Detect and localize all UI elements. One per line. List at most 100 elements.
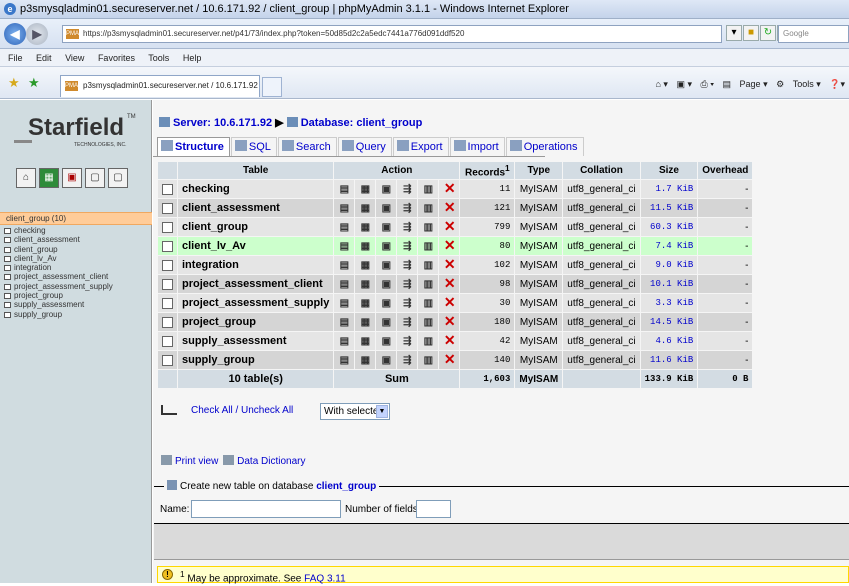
browse-action[interactable]: ▤	[334, 180, 355, 198]
drop-action[interactable]: ✕	[439, 332, 460, 350]
browser-tab[interactable]: PMA p3smysqladmin01.secureserver.net / 1…	[60, 75, 260, 97]
structure-action[interactable]: ▦	[355, 199, 376, 217]
breadcrumb-server[interactable]: Server: 10.6.171.92	[173, 117, 272, 129]
favorites-star-icon[interactable]: ★	[8, 75, 20, 91]
print-view-link[interactable]: Print view	[175, 456, 218, 467]
menu-favorites[interactable]: Favorites	[98, 53, 135, 63]
back-button[interactable]: ◀	[4, 23, 26, 45]
insert-action[interactable]: ⇶	[397, 218, 418, 236]
check-all-link[interactable]: Check All / Uncheck All	[191, 405, 293, 416]
add-favorite-icon[interactable]: ★	[28, 75, 40, 91]
empty-action[interactable]: ▥	[418, 199, 439, 217]
row-table-name[interactable]: supply_assessment	[178, 332, 334, 350]
sidebar-table-item[interactable]: checking	[4, 226, 113, 235]
structure-action[interactable]: ▦	[355, 237, 376, 255]
row-checkbox[interactable]	[162, 335, 173, 347]
logout-icon[interactable]: ▣	[62, 168, 82, 188]
sidebar-table-item[interactable]: supply_group	[4, 310, 113, 319]
drop-action[interactable]: ✕	[439, 256, 460, 274]
empty-action[interactable]: ▥	[418, 275, 439, 293]
tab-structure[interactable]: Structure	[157, 137, 230, 156]
empty-action[interactable]: ▥	[418, 351, 439, 369]
row-table-name[interactable]: client_assessment	[178, 199, 334, 217]
structure-action[interactable]: ▦	[355, 351, 376, 369]
sidebar-table-item[interactable]: project_assessment_client	[4, 272, 113, 281]
empty-action[interactable]: ▥	[418, 218, 439, 236]
sidebar-table-item[interactable]: integration	[4, 263, 113, 272]
structure-action[interactable]: ▦	[355, 218, 376, 236]
browse-action[interactable]: ▤	[334, 313, 355, 331]
drop-action[interactable]: ✕	[439, 313, 460, 331]
browse-action[interactable]: ▤	[334, 275, 355, 293]
search-input[interactable]: Google	[778, 25, 849, 43]
data-dictionary-link[interactable]: Data Dictionary	[237, 456, 305, 467]
empty-action[interactable]: ▥	[418, 332, 439, 350]
empty-action[interactable]: ▥	[418, 294, 439, 312]
row-checkbox[interactable]	[162, 259, 173, 271]
search-action[interactable]: ▣	[376, 313, 397, 331]
browse-action[interactable]: ▤	[334, 199, 355, 217]
browse-action[interactable]: ▤	[334, 256, 355, 274]
sidebar-table-item[interactable]: client_lv_Av	[4, 254, 113, 263]
structure-action[interactable]: ▦	[355, 332, 376, 350]
empty-action[interactable]: ▥	[418, 313, 439, 331]
menu-tools[interactable]: Tools	[148, 53, 169, 63]
sidebar-table-item[interactable]: supply_assessment	[4, 300, 113, 309]
browse-action[interactable]: ▤	[334, 218, 355, 236]
search-action[interactable]: ▣	[376, 180, 397, 198]
refresh-icon[interactable]: ↻	[760, 25, 776, 41]
search-action[interactable]: ▣	[376, 294, 397, 312]
drop-action[interactable]: ✕	[439, 218, 460, 236]
row-table-name[interactable]: project_assessment_supply	[178, 294, 334, 312]
browse-action[interactable]: ▤	[334, 294, 355, 312]
insert-action[interactable]: ⇶	[397, 256, 418, 274]
insert-action[interactable]: ⇶	[397, 332, 418, 350]
row-checkbox[interactable]	[162, 297, 173, 309]
structure-action[interactable]: ▦	[355, 275, 376, 293]
feeds-icon[interactable]: ▣ ▾	[676, 79, 692, 89]
drop-action[interactable]: ✕	[439, 351, 460, 369]
row-size[interactable]: 14.5 KiB	[640, 313, 698, 331]
row-size[interactable]: 10.1 KiB	[640, 275, 698, 293]
search-action[interactable]: ▣	[376, 256, 397, 274]
row-checkbox[interactable]	[162, 221, 173, 233]
row-size[interactable]: 1.7 KiB	[640, 180, 698, 198]
row-size[interactable]: 3.3 KiB	[640, 294, 698, 312]
forward-button[interactable]: ▶	[26, 23, 48, 45]
sidebar-table-item[interactable]: client_assessment	[4, 235, 113, 244]
home-icon[interactable]: ⌂	[16, 168, 36, 188]
menu-edit[interactable]: Edit	[36, 53, 52, 63]
row-table-name[interactable]: integration	[178, 256, 334, 274]
breadcrumb-database[interactable]: Database: client_group	[301, 117, 423, 129]
new-tab-button[interactable]	[262, 77, 282, 97]
row-size[interactable]: 4.6 KiB	[640, 332, 698, 350]
tab-export[interactable]: Export	[392, 137, 449, 156]
home-icon[interactable]: ⌂ ▾	[656, 79, 668, 89]
menu-file[interactable]: File	[8, 53, 23, 63]
row-size[interactable]: 9.0 KiB	[640, 256, 698, 274]
fields-count-input[interactable]	[416, 500, 451, 518]
row-checkbox[interactable]	[162, 183, 173, 195]
row-table-name[interactable]: project_group	[178, 313, 334, 331]
drop-action[interactable]: ✕	[439, 237, 460, 255]
with-selected-select[interactable]: With selected: ▼	[320, 403, 390, 420]
browse-action[interactable]: ▤	[334, 351, 355, 369]
row-checkbox[interactable]	[162, 278, 173, 290]
browse-action[interactable]: ▤	[334, 237, 355, 255]
structure-action[interactable]: ▦	[355, 313, 376, 331]
insert-action[interactable]: ⇶	[397, 237, 418, 255]
address-field[interactable]: PMA https://p3smysqladmin01.secureserver…	[62, 25, 722, 43]
insert-action[interactable]: ⇶	[397, 313, 418, 331]
search-action[interactable]: ▣	[376, 237, 397, 255]
query-icon[interactable]: ▢	[85, 168, 105, 188]
structure-action[interactable]: ▦	[355, 256, 376, 274]
docs-icon[interactable]: ▢	[108, 168, 128, 188]
row-size[interactable]: 7.4 KiB	[640, 237, 698, 255]
tab-sql[interactable]: SQL	[230, 137, 277, 156]
empty-action[interactable]: ▥	[418, 237, 439, 255]
sidebar-table-item[interactable]: project_assessment_supply	[4, 282, 113, 291]
row-size[interactable]: 11.5 KiB	[640, 199, 698, 217]
tab-query[interactable]: Query	[337, 137, 392, 156]
insert-action[interactable]: ⇶	[397, 294, 418, 312]
row-checkbox[interactable]	[162, 240, 173, 252]
